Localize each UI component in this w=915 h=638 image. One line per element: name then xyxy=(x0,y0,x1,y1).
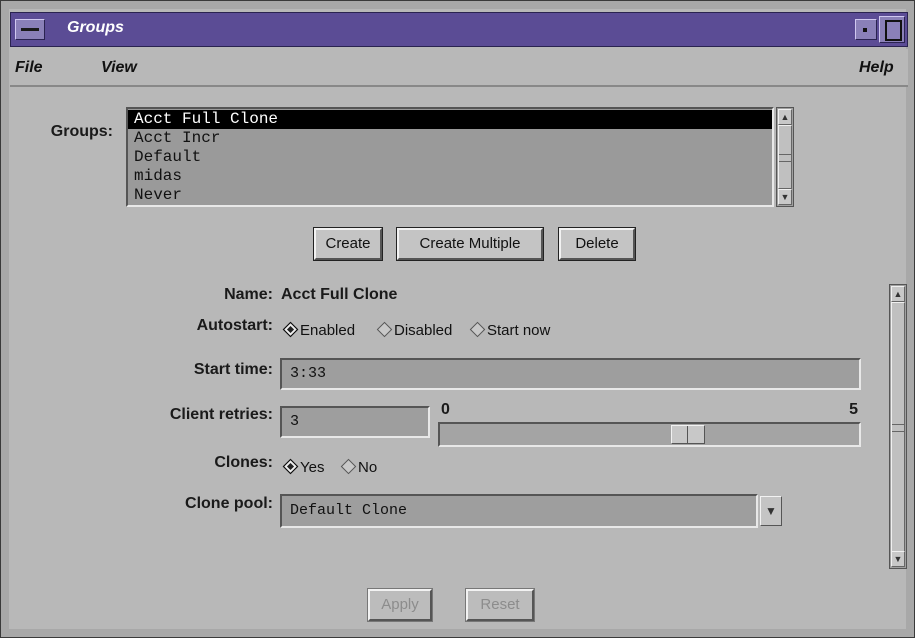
scroll-up-arrow-icon[interactable]: ▲ xyxy=(891,286,905,302)
menu-bar: File View Help xyxy=(10,49,908,87)
groups-window: Groups File View Help Groups: Acct Full … xyxy=(0,0,915,638)
scroll-thumb[interactable] xyxy=(778,125,792,189)
window-title: Groups xyxy=(67,19,124,36)
list-item[interactable]: midas xyxy=(128,167,772,186)
name-label: Name: xyxy=(224,286,273,303)
dropdown-arrow-icon[interactable]: ▼ xyxy=(760,496,782,526)
scroll-up-arrow-icon[interactable]: ▲ xyxy=(778,109,792,125)
clone-pool-dropdown[interactable]: Default Clone xyxy=(280,494,758,528)
slider-min-label: 0 xyxy=(441,401,450,418)
minimize-button[interactable] xyxy=(855,19,877,40)
autostart-enabled-radio[interactable]: Enabled xyxy=(282,321,355,339)
slider-thumb[interactable] xyxy=(671,425,705,444)
slider-max-label: 5 xyxy=(849,401,858,418)
create-multiple-button[interactable]: Create Multiple xyxy=(396,227,544,261)
radio-diamond-icon xyxy=(282,458,299,475)
create-button[interactable]: Create xyxy=(313,227,383,261)
start-time-label: Start time: xyxy=(193,361,273,378)
clone-pool-label: Clone pool: xyxy=(185,495,273,512)
list-item[interactable]: Acct Incr xyxy=(128,129,772,148)
autostart-start-now-radio[interactable]: Start now xyxy=(469,321,550,339)
client-retries-label: Client retries: xyxy=(169,406,273,423)
clones-no-radio[interactable]: No xyxy=(340,458,377,476)
title-bar[interactable]: Groups xyxy=(10,12,908,47)
autostart-label: Autostart: xyxy=(196,317,273,334)
scroll-down-arrow-icon[interactable]: ▼ xyxy=(891,551,905,567)
radio-diamond-icon xyxy=(469,321,486,338)
groups-list[interactable]: Acct Full Clone Acct Incr Default midas … xyxy=(126,107,774,207)
maximize-button[interactable] xyxy=(879,16,905,43)
menu-file[interactable]: File xyxy=(15,59,43,77)
client-retries-slider[interactable] xyxy=(438,422,861,447)
apply-button[interactable]: Apply xyxy=(367,588,433,622)
scroll-down-arrow-icon[interactable]: ▼ xyxy=(778,189,792,205)
menu-view[interactable]: View xyxy=(101,59,137,77)
list-item[interactable]: Default xyxy=(128,148,772,167)
autostart-disabled-radio[interactable]: Disabled xyxy=(376,321,452,339)
groups-label: Groups: xyxy=(50,123,113,140)
menu-help[interactable]: Help xyxy=(859,59,894,77)
delete-button[interactable]: Delete xyxy=(558,227,636,261)
list-item[interactable]: Acct Full Clone xyxy=(128,110,772,129)
clones-yes-radio[interactable]: Yes xyxy=(282,458,324,476)
radio-diamond-icon xyxy=(340,458,357,475)
reset-button[interactable]: Reset xyxy=(465,588,535,622)
scroll-thumb[interactable] xyxy=(891,302,905,552)
name-value: Acct Full Clone xyxy=(281,286,398,303)
list-item[interactable]: Never xyxy=(128,186,772,205)
client-retries-field[interactable]: 3 xyxy=(280,406,430,438)
start-time-field[interactable]: 3:33 xyxy=(280,358,861,390)
radio-diamond-icon xyxy=(376,321,393,338)
radio-diamond-icon xyxy=(282,321,299,338)
clones-label: Clones: xyxy=(214,454,273,471)
window-menu-button[interactable] xyxy=(15,19,45,40)
groups-list-scrollbar[interactable]: ▲ ▼ xyxy=(776,107,794,207)
form-scrollbar[interactable]: ▲ ▼ xyxy=(889,284,907,569)
